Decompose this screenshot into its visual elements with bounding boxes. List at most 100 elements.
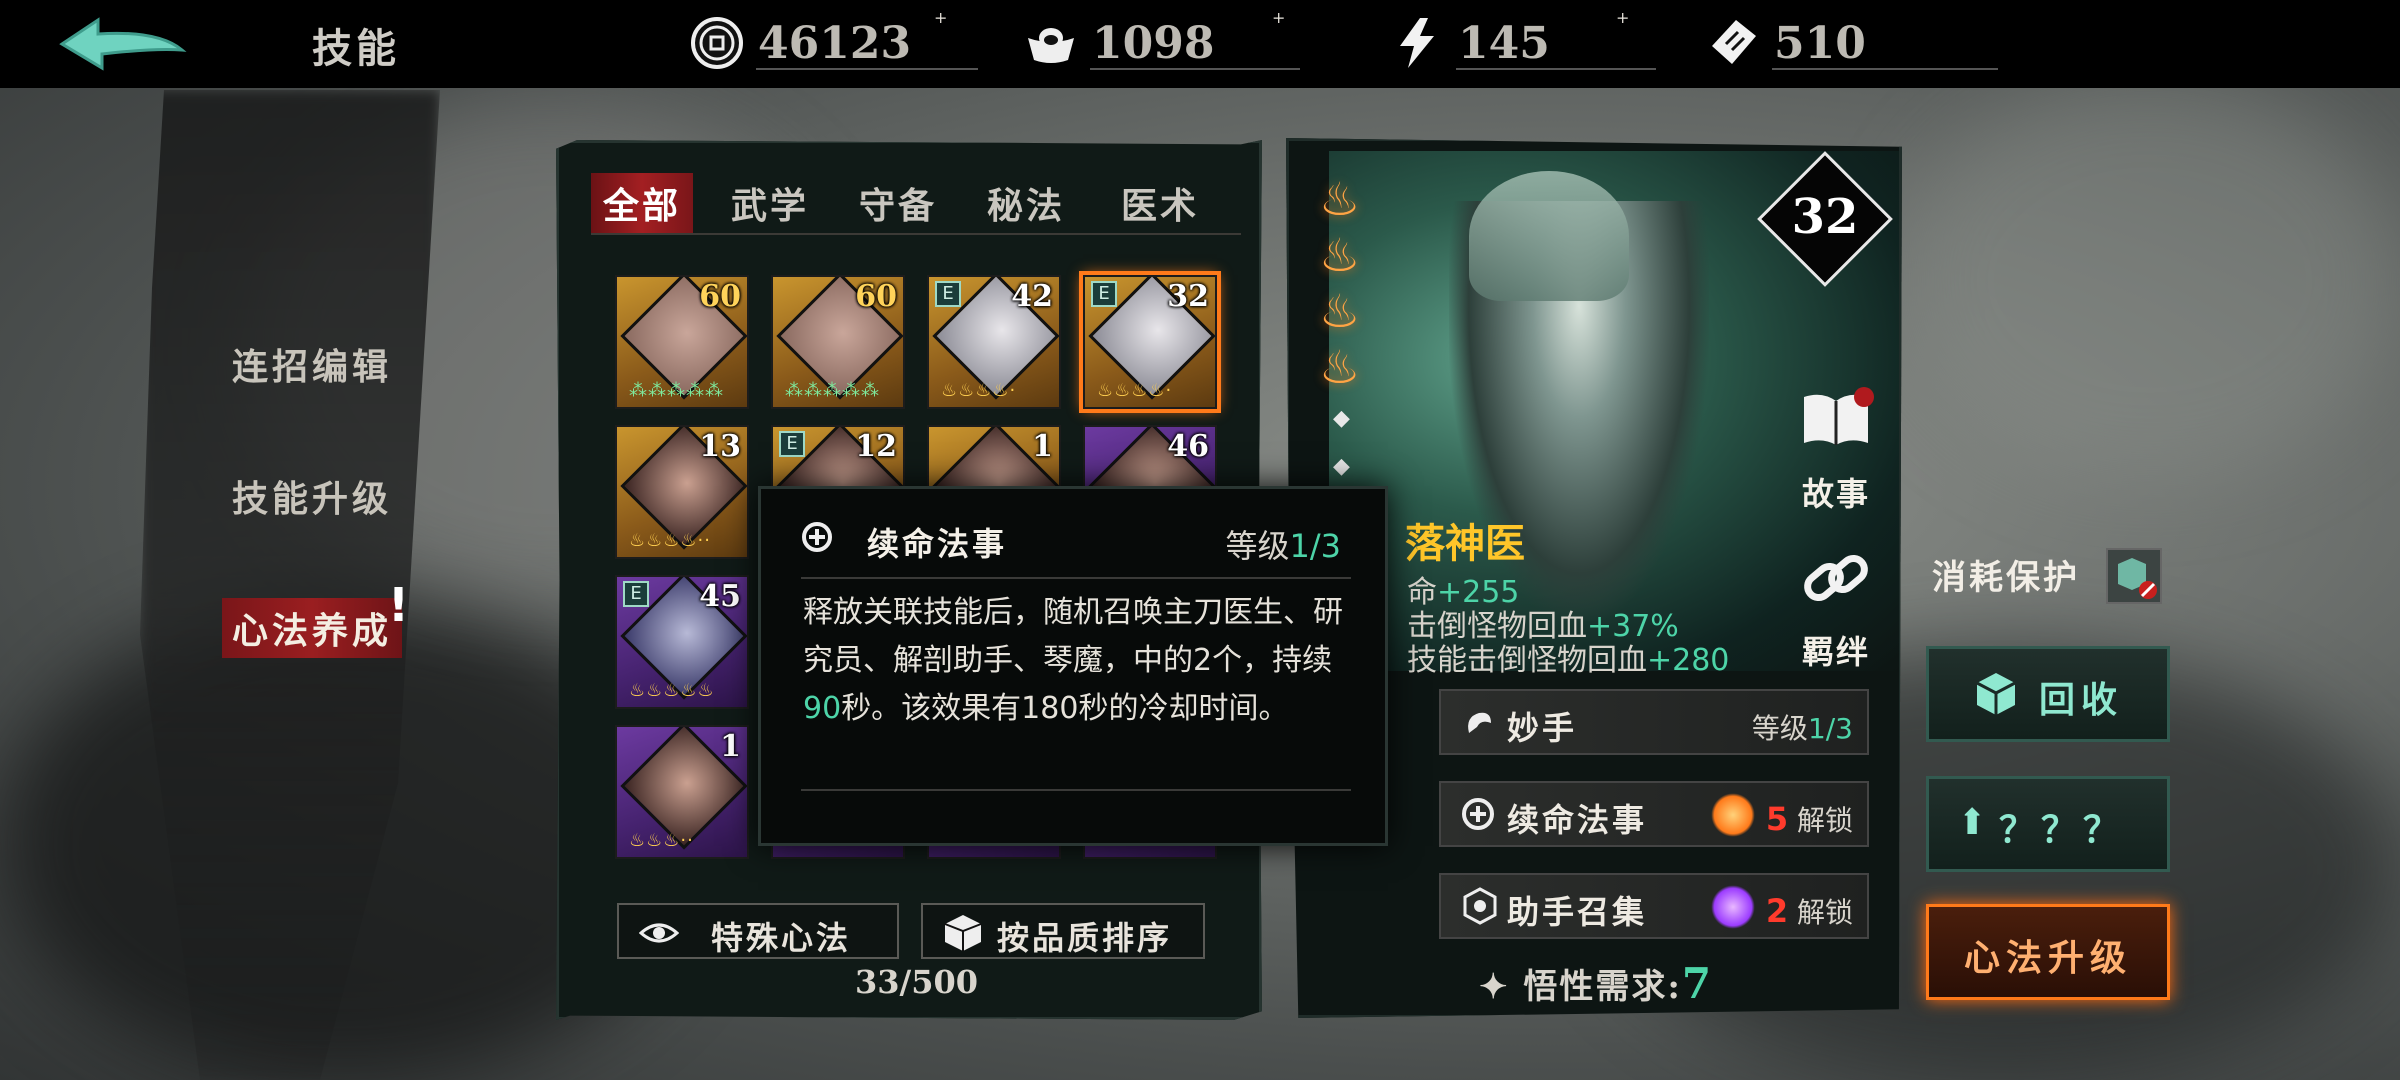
up-arrow-icon: ⬆ bbox=[1957, 801, 1994, 843]
energy-resource: 145 bbox=[1390, 8, 1656, 78]
card-level: 45 bbox=[699, 579, 741, 614]
shield-badge-icon bbox=[1463, 887, 1497, 925]
energy-value: 145 bbox=[1458, 18, 1550, 69]
unlock-cost: 2 解锁 bbox=[1765, 892, 1853, 930]
skill-card[interactable]: E 45 ♨♨♨♨♨ bbox=[615, 575, 749, 709]
character-level: 32 bbox=[1791, 189, 1859, 245]
box-lock-icon bbox=[2118, 558, 2157, 599]
ticket-resource: 510 bbox=[1706, 8, 2006, 78]
skill-card[interactable]: 60 ⁂⁂⁂⁂⁂ bbox=[615, 275, 749, 409]
orange-flame-icon bbox=[1711, 793, 1755, 837]
sort-quality-button[interactable]: 按品质排序 bbox=[921, 903, 1205, 959]
skill-tooltip: 续命法事 等级1/3 释放关联技能后，随机召唤主刀医生、研究员、解剖助手、琴魔，… bbox=[758, 486, 1388, 846]
flame-icon: ♨ bbox=[1319, 228, 1361, 282]
tooltip-level: 等级1/3 bbox=[1225, 527, 1341, 565]
flame-icon: ♨ bbox=[1319, 172, 1361, 226]
ticket-icon bbox=[1712, 20, 1756, 64]
flame-icon: ♨ bbox=[1319, 340, 1361, 394]
add-energy-button[interactable]: + bbox=[1616, 8, 1629, 78]
alert-badge: ! bbox=[388, 578, 409, 632]
special-mind-label: 特殊心法 bbox=[711, 919, 852, 957]
card-level: 1 bbox=[1032, 429, 1053, 464]
tab-medicine[interactable]: 医术 bbox=[1121, 177, 1199, 229]
skill-name: 续命法事 bbox=[1507, 801, 1648, 839]
chain-link-icon bbox=[1804, 555, 1868, 601]
back-arrow-icon[interactable] bbox=[58, 14, 188, 76]
mind-upgrade-button[interactable]: 心法升级 bbox=[1926, 904, 2170, 1000]
add-coin-button[interactable]: + bbox=[934, 8, 947, 78]
hand-swirl-icon bbox=[1468, 712, 1491, 733]
tooltip-description: 释放关联技能后，随机召唤主刀医生、研究员、解剖助手、琴魔，中的2个，持续90秒。… bbox=[803, 595, 1343, 726]
star-row: ⁂⁂⁂⁂⁂ bbox=[785, 380, 880, 401]
equipped-badge: E bbox=[935, 281, 961, 307]
plus-circle-icon bbox=[1462, 798, 1494, 830]
equipped-badge: E bbox=[779, 431, 805, 457]
skill-card[interactable]: E 42 ♨♨♨♨· bbox=[927, 275, 1061, 409]
special-mind-button[interactable]: 特殊心法 bbox=[617, 903, 899, 959]
comprehension-requirement: ✦ 悟性需求:7 bbox=[1479, 959, 1714, 1008]
menu-combo-edit[interactable]: 连招编辑 bbox=[232, 338, 392, 390]
card-level: 32 bbox=[1167, 279, 1209, 314]
character-name: 落神医 bbox=[1405, 520, 1525, 567]
recycle-box-icon bbox=[1976, 673, 2016, 715]
flame-row: ♨♨♨♨· bbox=[1097, 380, 1173, 401]
skill-card-selected[interactable]: E 32 ♨♨♨♨· bbox=[1079, 271, 1221, 413]
card-level: 1 bbox=[720, 729, 741, 764]
story-button[interactable]: 故事 bbox=[1791, 383, 1881, 515]
skill-row-xuming[interactable]: 续命法事 5 解锁 bbox=[1439, 781, 1869, 847]
coin-value: 46123 bbox=[758, 18, 912, 69]
add-silver-button[interactable]: + bbox=[1272, 8, 1285, 78]
story-label: 故事 bbox=[1801, 475, 1870, 513]
tooltip-title: 续命法事 bbox=[867, 525, 1008, 563]
card-level: 12 bbox=[855, 429, 897, 464]
card-level: 42 bbox=[1011, 279, 1053, 314]
recycle-button[interactable]: 回收 bbox=[1926, 646, 2170, 742]
silver-value: 1098 bbox=[1092, 18, 1215, 69]
skill-name: 助手召集 bbox=[1507, 893, 1648, 931]
menu-mind-training[interactable]: 心法养成 bbox=[222, 598, 403, 658]
star-row: ⁂⁂⁂⁂⁂ bbox=[629, 380, 724, 401]
skill-row-miaoshou[interactable]: 妙手 等级1/3 bbox=[1439, 689, 1869, 755]
purple-flame-icon bbox=[1711, 885, 1755, 929]
tab-martial[interactable]: 武学 bbox=[731, 177, 809, 229]
spark-icon: ✦ bbox=[1479, 967, 1510, 1007]
skill-card[interactable]: 1 ♨♨♨·· bbox=[615, 725, 749, 859]
cube-sort-icon bbox=[944, 915, 982, 951]
locked-feature-button[interactable]: ⬆ ？？？ bbox=[1926, 776, 2170, 872]
protection-toggle[interactable] bbox=[2106, 548, 2162, 604]
tab-all[interactable]: 全部 bbox=[591, 173, 694, 233]
equipped-badge: E bbox=[1091, 281, 1117, 307]
coin-icon bbox=[691, 17, 743, 69]
card-level: 60 bbox=[699, 279, 741, 314]
collection-count: 33/500 bbox=[855, 963, 979, 1001]
empty-star-icon: ◆ bbox=[1333, 454, 1350, 479]
skill-card[interactable]: 60 ⁂⁂⁂⁂⁂ bbox=[771, 275, 905, 409]
recycle-label: 回收 bbox=[2039, 679, 2124, 721]
equipped-badge: E bbox=[623, 581, 649, 607]
page-title: 技能 bbox=[312, 25, 400, 72]
flame-icon: ♨ bbox=[1319, 284, 1361, 338]
menu-skill-upgrade[interactable]: 技能升级 bbox=[232, 470, 392, 522]
skill-level: 等级1/3 bbox=[1751, 712, 1853, 745]
empty-star-icon: ◆ bbox=[1333, 406, 1350, 431]
card-level: 46 bbox=[1167, 429, 1209, 464]
silver-ingot-icon bbox=[1028, 28, 1074, 63]
sort-quality-label: 按品质排序 bbox=[997, 919, 1173, 957]
skill-row-zhushou[interactable]: 助手召集 2 解锁 bbox=[1439, 873, 1869, 939]
category-tabs: 全部 武学 守备 秘法 医术 bbox=[591, 173, 1241, 235]
stat-line: 技能击倒怪物回血+280 bbox=[1407, 643, 1730, 678]
skill-card[interactable]: 13 ♨♨♨♨·· bbox=[615, 425, 749, 559]
flame-row: ♨♨♨♨·· bbox=[629, 530, 711, 551]
lightning-icon bbox=[1400, 18, 1434, 68]
bond-button[interactable]: 羁绊 bbox=[1791, 541, 1881, 673]
tab-secret[interactable]: 秘法 bbox=[987, 177, 1065, 229]
tab-defense[interactable]: 守备 bbox=[859, 177, 937, 229]
unknown-label: ？？？ bbox=[1999, 809, 2126, 851]
flame-row: ♨♨♨♨· bbox=[941, 380, 1017, 401]
mind-upgrade-label: 心法升级 bbox=[1963, 937, 2132, 979]
unlock-cost: 5 解锁 bbox=[1765, 800, 1853, 838]
card-level: 13 bbox=[699, 429, 741, 464]
plus-circle-icon bbox=[802, 522, 832, 552]
eye-icon bbox=[639, 923, 679, 943]
skill-name: 妙手 bbox=[1507, 709, 1578, 747]
